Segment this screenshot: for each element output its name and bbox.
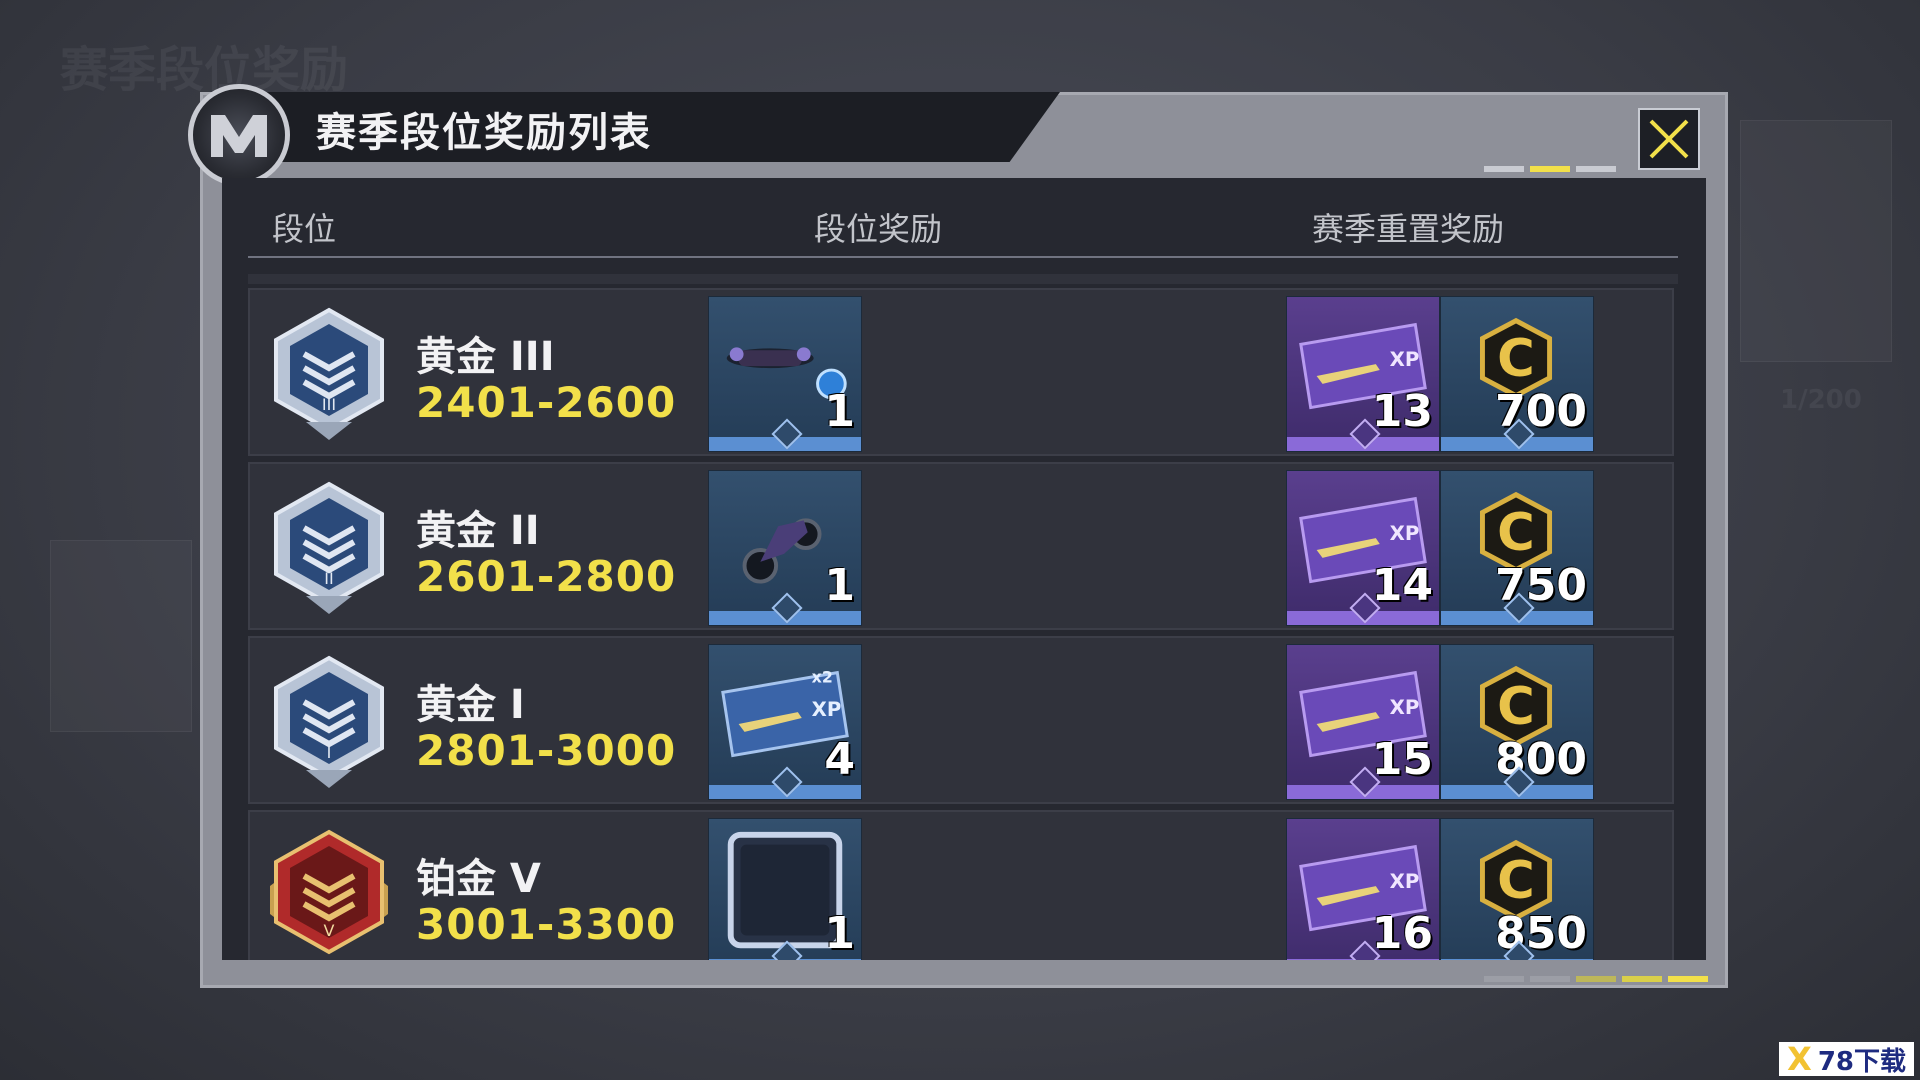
reset-reward-tile[interactable]: XP 16 <box>1286 818 1440 960</box>
rank-score-range: 2401-2600 <box>416 378 677 427</box>
svg-text:XP: XP <box>1390 870 1420 893</box>
svg-text:C: C <box>1497 677 1535 737</box>
page-indicator-active <box>1530 166 1570 172</box>
svg-text:XP: XP <box>812 698 842 721</box>
rank-row-gold-2: II 黄金 II 2601-2800 1 XP 14 C 750 <box>248 462 1674 630</box>
reset-reward-tile[interactable]: C 700 <box>1440 296 1594 452</box>
rank-name: 黄金 III <box>416 334 555 380</box>
rank-reward-tile[interactable]: 1 <box>708 296 862 452</box>
rank-score-range: 2601-2800 <box>416 552 677 601</box>
close-x-icon <box>1649 119 1689 159</box>
rank-score-range: 2801-3000 <box>416 726 677 775</box>
reset-reward-tile[interactable]: C 750 <box>1440 470 1594 626</box>
reset-reward-tile[interactable]: C 850 <box>1440 818 1594 960</box>
rewards-list[interactable]: III 黄金 III 2401-2600 1 XP 13 C 700 II 黄金… <box>248 286 1678 960</box>
rank-reward-tile[interactable]: XP x2 4 <box>708 644 862 800</box>
reset-reward-tile[interactable]: C 800 <box>1440 644 1594 800</box>
background-panel <box>50 540 192 732</box>
rank-row-gold-3: III 黄金 III 2401-2600 1 XP 13 C 700 <box>248 288 1674 456</box>
platinum-5-emblem-icon: V <box>270 829 388 955</box>
site-logo: X 78下载 <box>1779 1040 1914 1078</box>
gold-3-emblem-icon: III <box>274 307 384 440</box>
column-rank: 段位 <box>272 210 337 248</box>
background-panel <box>1740 120 1892 362</box>
column-reset-reward: 赛季重置奖励 <box>1312 210 1505 248</box>
reset-reward-tile[interactable]: XP 14 <box>1286 470 1440 626</box>
rank-name: 铂金 V <box>416 856 541 902</box>
gold-2-emblem-icon: II <box>274 481 384 614</box>
rank-name: 黄金 II <box>416 508 540 554</box>
rank-reward-tile[interactable]: 1 <box>708 818 862 960</box>
column-rank-reward: 段位奖励 <box>814 210 943 248</box>
reward-count: 13 <box>1371 386 1433 437</box>
rank-score-range: 3001-3300 <box>416 900 677 949</box>
svg-text:C: C <box>1497 503 1535 563</box>
svg-text:II: II <box>324 569 333 588</box>
reward-count: 15 <box>1371 734 1433 785</box>
gold-1-emblem-icon: I <box>274 655 384 788</box>
scroll-indicator <box>1530 976 1570 982</box>
reward-count: 16 <box>1371 908 1433 959</box>
rank-reward-tile[interactable]: 1 <box>708 470 862 626</box>
reward-count: 1 <box>824 908 855 959</box>
reward-count: 1 <box>824 386 855 437</box>
scroll-indicator <box>1622 976 1662 982</box>
background-ghost-title: 赛季段位奖励 <box>60 42 349 98</box>
svg-text:C: C <box>1497 851 1535 911</box>
reset-reward-tile[interactable]: XP 15 <box>1286 644 1440 800</box>
dialog-title: 赛季段位奖励列表 <box>316 110 652 156</box>
reward-count: 1 <box>824 560 855 611</box>
reward-count: 14 <box>1371 560 1433 611</box>
svg-text:V: V <box>324 921 335 940</box>
logo-x-icon: X <box>1787 1040 1812 1078</box>
scroll-edge <box>248 274 1678 284</box>
rank-name: 黄金 I <box>416 682 525 728</box>
close-button[interactable] <box>1638 108 1700 170</box>
page-indicator <box>1484 166 1524 172</box>
rank-row-gold-1: I 黄金 I 2801-3000 XP x2 4 XP 15 C 800 <box>248 636 1674 804</box>
svg-text:XP: XP <box>1390 522 1420 545</box>
logo-text: 78下载 <box>1817 1046 1906 1077</box>
background-ghost-counter: 1/200 <box>1780 385 1862 415</box>
svg-text:XP: XP <box>1390 348 1420 371</box>
rewards-panel: 段位 段位奖励 赛季重置奖励 III 黄金 III 2401-2600 1 XP… <box>222 178 1706 960</box>
scroll-indicator <box>1484 976 1524 982</box>
svg-text:I: I <box>327 743 332 762</box>
svg-text:XP: XP <box>1390 696 1420 719</box>
page-indicator <box>1576 166 1616 172</box>
table-header: 段位 段位奖励 赛季重置奖励 <box>222 178 1706 258</box>
svg-text:C: C <box>1497 329 1535 389</box>
svg-text:III: III <box>322 395 336 414</box>
svg-text:x2: x2 <box>812 668 833 687</box>
reset-reward-tile[interactable]: XP 13 <box>1286 296 1440 452</box>
scroll-indicator <box>1576 976 1616 982</box>
reward-count: 4 <box>824 734 855 785</box>
header-divider <box>248 256 1678 258</box>
rank-row-platinum-5: V 铂金 V 3001-3300 1 XP 16 C 850 <box>248 810 1674 960</box>
scroll-indicator-active <box>1668 976 1708 982</box>
m-emblem-icon <box>188 84 290 186</box>
